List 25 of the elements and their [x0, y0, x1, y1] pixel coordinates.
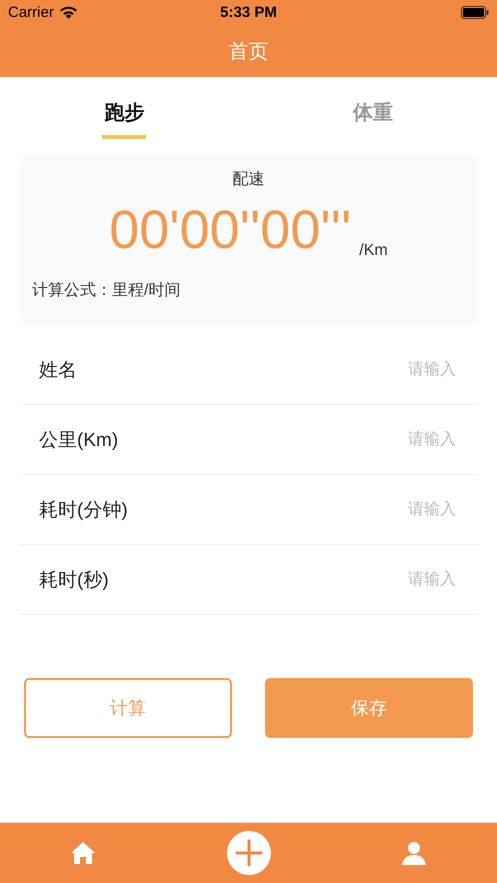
- home-icon[interactable]: [70, 841, 96, 865]
- pace-unit: /Km: [359, 242, 388, 260]
- input-field[interactable]: 请输入: [108, 570, 458, 590]
- field-label: 耗时(秒): [39, 568, 109, 592]
- field-label: 公里(Km): [39, 428, 118, 452]
- carrier-label: Carrier: [8, 4, 54, 21]
- clock-time: 5:33 PM: [220, 4, 277, 21]
- tab[interactable]: 体重: [352, 93, 393, 135]
- wifi-icon: [58, 6, 78, 20]
- input-field[interactable]: 请输入: [77, 360, 458, 380]
- field-label: 耗时(分钟): [39, 498, 128, 522]
- battery-icon: [461, 6, 490, 19]
- pace-title: 配速: [232, 170, 266, 190]
- input-field[interactable]: 请输入: [128, 500, 458, 520]
- add-icon[interactable]: [226, 831, 270, 875]
- pace-value: 00'00''00''': [109, 200, 352, 260]
- formula-text: 计算公式：里程/时间: [32, 280, 182, 301]
- tab-indicator: [102, 135, 146, 139]
- calculate-button[interactable]: 计算: [24, 678, 232, 738]
- page-title: 首页: [228, 40, 268, 64]
- person-icon[interactable]: [401, 841, 428, 865]
- input-field[interactable]: 请输入: [118, 430, 458, 450]
- tab[interactable]: 跑步: [104, 93, 144, 135]
- field-label: 姓名: [39, 358, 77, 382]
- save-button[interactable]: 保存: [265, 678, 473, 738]
